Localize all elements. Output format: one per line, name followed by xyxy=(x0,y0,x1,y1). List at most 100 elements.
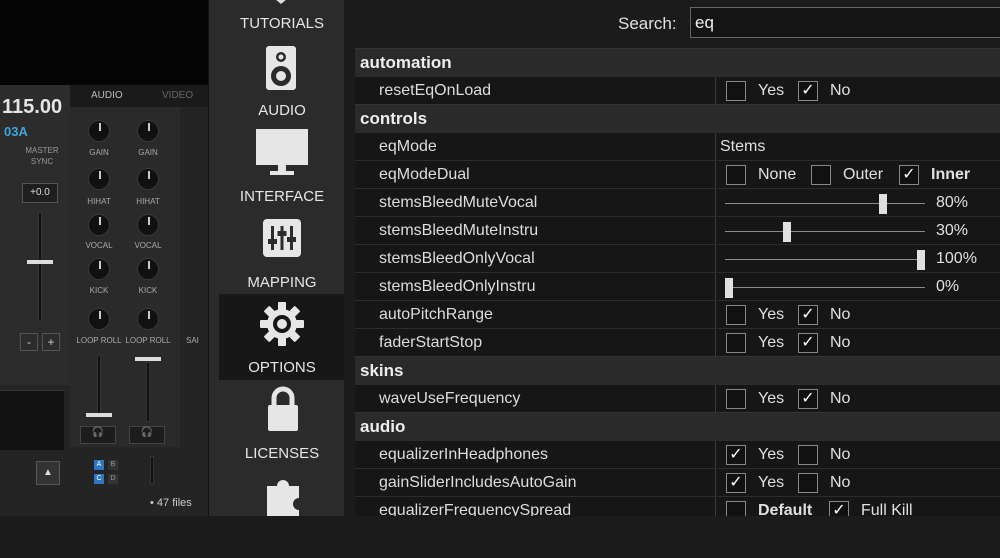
hihat-knob-right[interactable] xyxy=(137,168,159,190)
tutorials-icon xyxy=(269,0,293,4)
plus-button[interactable]: + xyxy=(42,333,60,351)
checkbox-inner[interactable]: ✓ xyxy=(899,165,919,185)
search-input[interactable] xyxy=(690,7,1000,38)
nav-item-interface[interactable]: INTERFACE xyxy=(219,129,345,215)
slider-thumb[interactable] xyxy=(878,194,887,214)
gain-knob-left[interactable] xyxy=(88,120,110,142)
options-panel: Search: automation resetEqOnLoad Yes ✓ N… xyxy=(344,0,1000,516)
master-sync-label[interactable]: MASTER SYNC xyxy=(22,145,62,167)
option-label-no: No xyxy=(830,306,851,323)
checkbox-yes[interactable] xyxy=(726,333,746,353)
sliders-icon xyxy=(263,219,301,262)
checkbox-no[interactable]: ✓ xyxy=(798,81,818,101)
settings-nav: TUTORIALS AUDIO INTERFACE MAPPING OPTION… xyxy=(208,0,345,516)
nav-label: INTERFACE xyxy=(239,188,325,205)
kick-knob-left[interactable] xyxy=(88,258,110,280)
checkbox-yes[interactable] xyxy=(726,81,746,101)
deck-c-button[interactable]: C xyxy=(94,474,104,484)
column-divider xyxy=(715,469,716,497)
checkbox-no[interactable] xyxy=(798,445,818,465)
vocal-knob-left[interactable] xyxy=(88,214,110,236)
nav-item-options[interactable]: OPTIONS xyxy=(219,294,345,380)
up-arrow-button[interactable]: ▲ xyxy=(36,461,60,485)
checkbox-default[interactable] xyxy=(726,501,746,516)
tab-audio[interactable]: AUDIO xyxy=(91,90,123,101)
option-name: equalizerInHeadphones xyxy=(379,446,549,463)
option-name: stemsBleedMuteVocal xyxy=(379,194,538,211)
volume-fader-cap-left[interactable] xyxy=(86,413,112,417)
headphone-cue-left[interactable]: 🎧 xyxy=(80,426,116,444)
column-divider xyxy=(715,133,716,161)
nav-item-mapping[interactable]: MAPPING xyxy=(219,215,345,301)
option-row-eqMode: eqMode Stems xyxy=(355,132,1000,161)
knob-label: GAIN xyxy=(138,148,158,157)
mixer-tabs: AUDIO VIDEO xyxy=(70,85,208,107)
crossfader[interactable] xyxy=(150,456,154,484)
checkbox-no[interactable]: ✓ xyxy=(798,333,818,353)
nav-item-audio[interactable]: AUDIO xyxy=(219,43,345,129)
checkbox-none[interactable] xyxy=(726,165,746,185)
option-row-resetEqOnLoad: resetEqOnLoad Yes ✓ No xyxy=(355,76,1000,105)
option-row-eqModeDual: eqModeDual None Outer ✓ Inner xyxy=(355,160,1000,189)
volume-fader-left[interactable] xyxy=(97,355,101,415)
option-row-stemsBleedMuteVocal: stemsBleedMuteVocal 80% xyxy=(355,188,1000,217)
loop-roll-knob-left[interactable] xyxy=(88,308,110,330)
cut-label: SAI xyxy=(186,336,199,345)
slider-track[interactable] xyxy=(725,231,925,232)
vocal-knob-right[interactable] xyxy=(137,214,159,236)
speaker-icon xyxy=(265,45,297,96)
option-label-outer: Outer xyxy=(843,166,884,183)
minus-button[interactable]: - xyxy=(20,333,38,351)
slider-thumb[interactable] xyxy=(725,278,733,298)
checkbox-yes[interactable] xyxy=(726,305,746,325)
loop-roll-knob-right[interactable] xyxy=(137,308,159,330)
slider-thumb[interactable] xyxy=(782,222,791,242)
slider-thumb[interactable] xyxy=(917,250,925,270)
nav-item-tutorials[interactable]: TUTORIALS xyxy=(219,0,345,46)
pitch-fader[interactable] xyxy=(38,212,42,322)
option-value[interactable]: Stems xyxy=(720,138,765,156)
search-label: Search: xyxy=(618,14,677,33)
checkbox-no[interactable]: ✓ xyxy=(798,389,818,409)
option-name: stemsBleedOnlyInstru xyxy=(379,278,536,295)
section-header-skins: skins xyxy=(355,356,1000,384)
checkbox-yes[interactable] xyxy=(726,389,746,409)
kick-knob-right[interactable] xyxy=(137,258,159,280)
option-row-gainSliderIncludesAutoGain: gainSliderIncludesAutoGain ✓ Yes No xyxy=(355,468,1000,497)
knob-label: LOOP ROLL xyxy=(76,336,122,345)
puzzle-icon xyxy=(263,472,305,521)
checkbox-yes[interactable]: ✓ xyxy=(726,445,746,465)
option-label-yes: Yes xyxy=(758,390,785,407)
deck-d-button[interactable]: D xyxy=(108,474,118,484)
volume-fader-cap-right[interactable] xyxy=(135,357,161,361)
key-display[interactable]: 03A xyxy=(4,124,28,139)
option-row-equalizerInHeadphones: equalizerInHeadphones ✓ Yes No xyxy=(355,440,1000,469)
option-row-stemsBleedMuteInstru: stemsBleedMuteInstru 30% xyxy=(355,216,1000,245)
gain-knob-right[interactable] xyxy=(137,120,159,142)
checkbox-full-kill[interactable]: ✓ xyxy=(829,501,849,516)
nav-item-plugins[interactable] xyxy=(219,472,345,558)
checkbox-no[interactable] xyxy=(798,473,818,493)
option-name: eqMode xyxy=(379,138,437,155)
option-name: faderStartStop xyxy=(379,334,483,351)
deck-b-button[interactable]: B xyxy=(108,460,118,470)
pitch-display[interactable]: +0.0 xyxy=(22,183,58,203)
headphone-cue-right[interactable]: 🎧 xyxy=(129,426,165,444)
checkbox-no[interactable]: ✓ xyxy=(798,305,818,325)
checkbox-outer[interactable] xyxy=(811,165,831,185)
hihat-knob-left[interactable] xyxy=(88,168,110,190)
slider-track[interactable] xyxy=(725,203,925,204)
nav-item-licenses[interactable]: LICENSES xyxy=(219,386,345,472)
checkbox-yes[interactable]: ✓ xyxy=(726,473,746,493)
volume-fader-right[interactable] xyxy=(146,362,150,422)
pitch-fader-cap[interactable] xyxy=(27,260,53,264)
tab-video[interactable]: VIDEO xyxy=(162,90,193,101)
slider-track[interactable] xyxy=(725,259,925,260)
column-divider xyxy=(715,189,716,217)
column-divider xyxy=(715,301,716,329)
deck-a-button[interactable]: A xyxy=(94,460,104,470)
option-label-no: No xyxy=(830,334,851,351)
slider-track[interactable] xyxy=(725,287,925,288)
option-label-default: Default xyxy=(758,502,813,516)
knob-label: VOCAL xyxy=(134,241,162,250)
